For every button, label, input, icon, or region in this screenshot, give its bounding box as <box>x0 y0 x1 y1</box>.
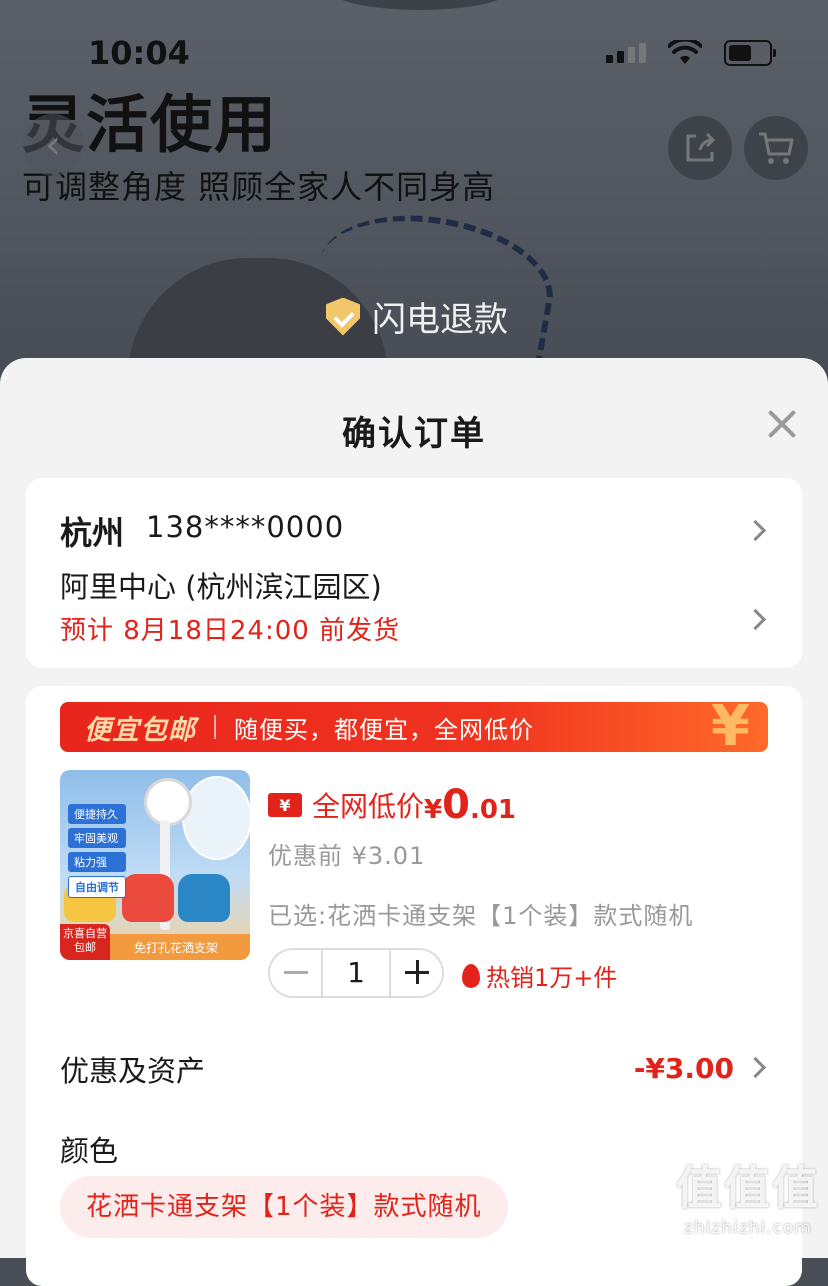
cellular-signal-icon <box>606 43 646 63</box>
product-image-top <box>330 0 510 10</box>
share-button[interactable] <box>668 116 732 180</box>
holder-image <box>178 874 230 922</box>
thumb-feature-list: 便捷持久 牢固美观 粘力强 自由调节 <box>68 804 126 898</box>
wifi-icon <box>668 40 702 64</box>
price-label: 全网低价 <box>312 790 425 823</box>
address-city: 杭州 <box>60 514 125 552</box>
cart-button[interactable] <box>744 116 808 180</box>
price-integer: 0 <box>442 782 470 828</box>
thumb-feature: 自由调节 <box>68 876 126 898</box>
promo-text: 随便买，都便宜，全网低价 <box>234 715 534 744</box>
thumb-feature: 牢固美观 <box>68 828 126 848</box>
quantity-value[interactable]: 1 <box>320 950 392 996</box>
battery-icon <box>724 40 776 66</box>
decrease-button[interactable] <box>270 950 321 996</box>
address-detail: 阿里中心 (杭州滨江园区) <box>60 570 382 604</box>
flame-icon <box>462 963 480 988</box>
back-button[interactable]: ‹ <box>22 114 84 176</box>
watermark-url: zhizhizhi.com <box>684 1218 812 1238</box>
discount-label: 优惠及资产 <box>60 1054 206 1088</box>
thumb-caption: 免打孔花洒支架 <box>134 940 219 955</box>
thumb-feature: 便捷持久 <box>68 804 126 824</box>
status-icons <box>606 40 776 66</box>
banner-subline: 可调整角度 照顾全家人不同身高 <box>22 168 496 206</box>
thumb-badge: 京喜自营 包邮 <box>60 924 110 960</box>
product-thumbnail[interactable]: 便捷持久 牢固美观 粘力强 自由调节 免打孔花洒支架 京喜自营 包邮 <box>60 770 250 960</box>
shipping-estimate: 预计 8月18日24:00 前发货 <box>60 616 401 646</box>
holder-image <box>122 874 174 922</box>
address-phone: 138****0000 <box>146 510 345 544</box>
sheet-title: 确认订单 <box>342 414 486 454</box>
watermark-logo: 值值值 <box>676 1161 820 1215</box>
increase-button[interactable] <box>391 950 442 996</box>
showerhead-image <box>144 778 192 826</box>
promo-banner: 便宜包邮 随便买，都便宜，全网低价 ¥ <box>60 702 768 752</box>
status-time: 10:04 <box>88 34 190 72</box>
price-decimal: .01 <box>469 795 517 825</box>
discount-value[interactable]: -¥3.00 <box>634 1052 734 1085</box>
product-banner: 10:04 灵活使用 可调整角度 照顾全家人不同身高 ‹ 闪电退款 <box>0 0 828 380</box>
watermark: 值值值 zhizhizhi.com <box>676 1152 820 1238</box>
share-icon <box>686 132 716 162</box>
chevron-right-icon[interactable] <box>744 608 767 631</box>
hot-sales-label: 热销1万+件 <box>486 964 618 992</box>
color-label: 颜色 <box>60 1134 119 1168</box>
shield-check-icon <box>326 297 360 336</box>
thumb-inset <box>182 776 250 860</box>
chevron-right-icon[interactable] <box>744 1056 767 1079</box>
refund-badge: 闪电退款 <box>326 292 508 341</box>
price-row: ¥ 全网低价 ¥0.01 <box>268 782 516 828</box>
price-value: ¥0.01 <box>424 782 516 828</box>
promo-divider <box>214 715 216 739</box>
back-arrow-icon: ‹ <box>45 122 61 168</box>
cart-icon <box>759 132 794 164</box>
close-button[interactable] <box>766 408 798 440</box>
promo-tag: 便宜包邮 <box>84 714 196 746</box>
refund-badge-label: 闪电退款 <box>372 300 508 340</box>
selected-variant[interactable]: 已选:花洒卡通支架【1个装】款式随机 <box>268 896 693 931</box>
confirm-order-sheet: 确认订单 杭州 138****0000 阿里中心 (杭州滨江园区) 预计 8月1… <box>0 358 828 1286</box>
quantity-stepper: 1 <box>268 948 444 998</box>
thumb-feature: 粘力强 <box>68 852 126 872</box>
hot-sales: 热销1万+件 <box>462 958 617 993</box>
yen-icon: ¥ <box>711 702 750 752</box>
color-option-chip[interactable]: 花洒卡通支架【1个装】款式随机 <box>60 1176 508 1238</box>
address-card[interactable]: 杭州 138****0000 阿里中心 (杭州滨江园区) 预计 8月18日24:… <box>26 478 802 668</box>
price-currency: ¥ <box>424 795 443 825</box>
original-price: 优惠前 ¥3.01 <box>268 842 426 870</box>
coupon-icon: ¥ <box>268 793 302 817</box>
chevron-right-icon[interactable] <box>744 519 767 542</box>
